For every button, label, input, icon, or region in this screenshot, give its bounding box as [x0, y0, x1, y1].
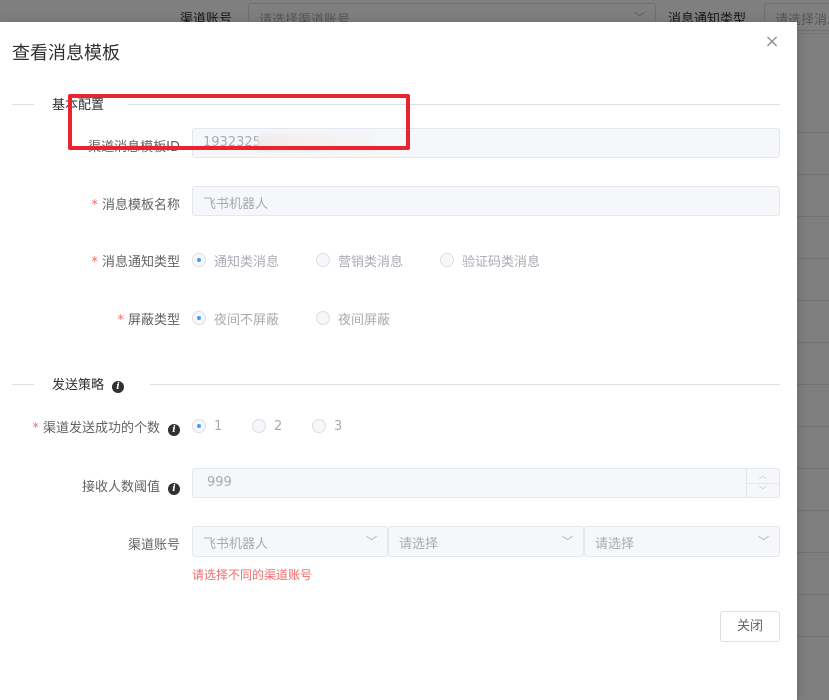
dialog-title: 查看消息模板 [12, 43, 120, 64]
success-count-label: * 渠道发送成功的个数 i [32, 417, 180, 436]
radio-night-no-block[interactable]: 夜间不屏蔽 [192, 308, 279, 328]
info-icon[interactable]: i [168, 424, 180, 436]
radio-checked-icon [192, 253, 206, 267]
threshold-input[interactable]: 999 ︿ ﹀ [192, 468, 780, 498]
select-placeholder: 请选择 [399, 537, 439, 552]
close-icon[interactable]: × [764, 33, 780, 51]
quantity-stepper: ︿ ﹀ [746, 469, 779, 497]
template-name-field[interactable]: 飞书机器人 [192, 186, 780, 216]
channel-account-select-2[interactable]: 请选择 ﹀ [388, 526, 584, 557]
radio-marketing[interactable]: 营销类消息 [316, 250, 403, 270]
notify-type-label: * 消息通知类型 [91, 255, 180, 270]
threshold-value: 999 [207, 475, 232, 490]
close-button[interactable]: 关闭 [720, 611, 780, 642]
radio-unchecked-icon [312, 419, 326, 433]
select-value: 飞书机器人 [203, 537, 269, 552]
chevron-down-icon: ﹀ [366, 535, 377, 548]
radio-unchecked-icon [252, 419, 266, 433]
radio-night-block[interactable]: 夜间屏蔽 [316, 308, 390, 328]
channel-account-select-3[interactable]: 请选择 ﹀ [584, 526, 780, 557]
channel-account-error: 请选择不同的渠道账号 [192, 568, 313, 582]
section-strategy: 发送策略 i [12, 374, 780, 394]
radio-unchecked-icon [316, 311, 330, 325]
channel-account-select-1[interactable]: 飞书机器人 ﹀ [192, 526, 388, 557]
radio-notify[interactable]: 通知类消息 [192, 250, 279, 270]
chevron-down-icon: ﹀ [758, 535, 769, 548]
highlight-box [68, 94, 410, 150]
channel-account-label: 渠道账号 [127, 538, 180, 553]
template-name-label: * 消息模板名称 [91, 198, 180, 213]
block-type-label: * 屏蔽类型 [117, 313, 180, 328]
threshold-label: 接收人数阈值 i [82, 476, 180, 495]
template-name-value: 飞书机器人 [203, 197, 269, 212]
section-strategy-title: 发送策略 i [52, 374, 125, 393]
radio-count-1[interactable]: 1 [192, 416, 222, 436]
increase-button[interactable]: ︿ [747, 469, 779, 483]
decrease-button[interactable]: ﹀ [747, 483, 779, 497]
radio-unchecked-icon [316, 253, 330, 267]
radio-count-3[interactable]: 3 [312, 416, 342, 436]
info-icon[interactable]: i [112, 381, 125, 393]
radio-verification[interactable]: 验证码类消息 [440, 250, 540, 270]
radio-checked-icon [192, 419, 206, 433]
chevron-down-icon: ﹀ [562, 535, 573, 548]
info-icon[interactable]: i [168, 483, 180, 495]
select-placeholder: 请选择 [595, 537, 635, 552]
radio-count-2[interactable]: 2 [252, 416, 282, 436]
radio-unchecked-icon [440, 253, 454, 267]
radio-checked-icon [192, 311, 206, 325]
